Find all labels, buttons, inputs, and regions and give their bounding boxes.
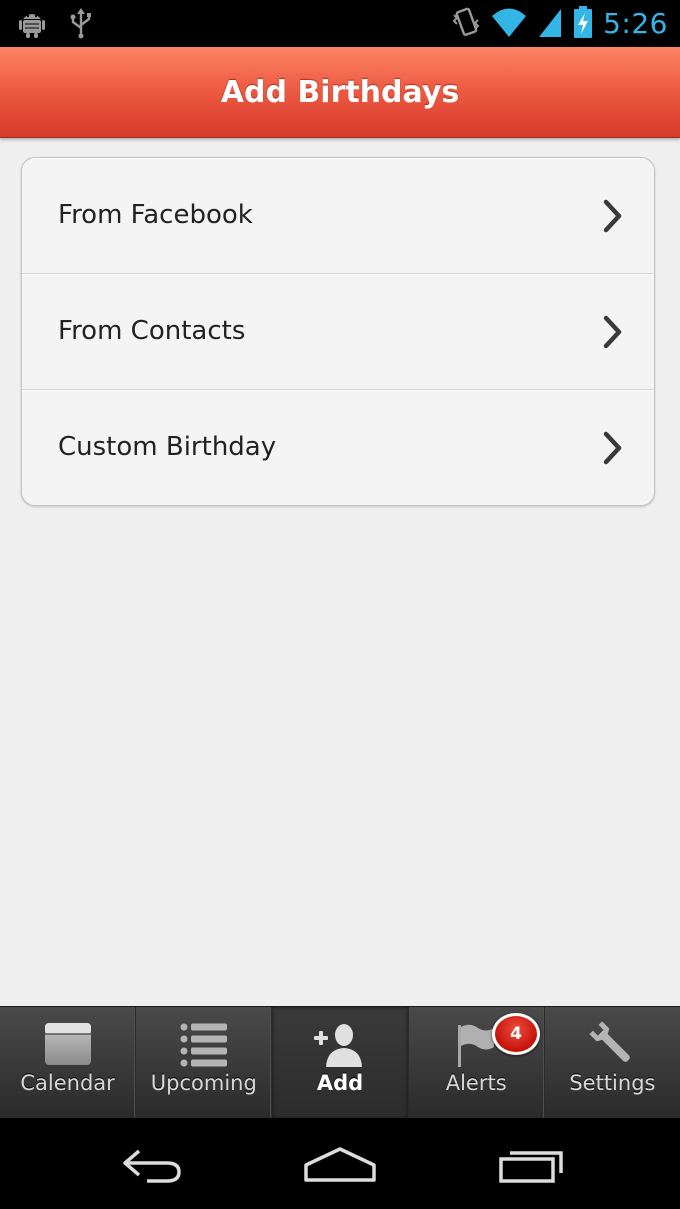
tab-add[interactable]: Add [272, 1007, 409, 1119]
home-icon [304, 1147, 376, 1182]
custom-birthday-item[interactable]: Custom Birthday [22, 390, 654, 505]
tab-label: Alerts [445, 1071, 507, 1095]
chevron-right-icon [603, 199, 622, 232]
from-facebook-item[interactable]: From Facebook [22, 158, 654, 274]
chevron-right-icon [603, 315, 622, 348]
usb-icon [68, 7, 94, 43]
signal-icon [537, 5, 563, 43]
calendar-icon [44, 1023, 91, 1065]
navigation-bar [0, 1118, 680, 1209]
recents-button[interactable] [490, 1143, 570, 1185]
menu-item-label: From Contacts [58, 315, 246, 346]
page-title: Add Birthdays [220, 75, 460, 110]
menu-item-label: Custom Birthday [58, 431, 277, 462]
chevron-right-icon [603, 431, 622, 464]
battery-charging-icon [573, 5, 593, 43]
tab-upcoming[interactable]: Upcoming [136, 1007, 273, 1119]
back-button[interactable] [111, 1143, 191, 1185]
add-person-icon [314, 1024, 362, 1067]
android-debug-icon [16, 7, 48, 43]
list-icon [180, 1023, 227, 1067]
tab-label: Calendar [20, 1071, 115, 1095]
wrench-icon [589, 1021, 631, 1062]
from-contacts-item[interactable]: From Contacts [22, 274, 654, 390]
vibrate-icon [451, 5, 481, 43]
tab-bar: Calendar Upcoming Add Alerts Settings [0, 1006, 680, 1119]
add-birthday-menu: From Facebook From Contacts Custom Birth… [21, 157, 655, 506]
clock: 5:26 [603, 7, 668, 40]
recents-icon [499, 1151, 563, 1183]
home-button[interactable] [300, 1143, 380, 1185]
wifi-icon [491, 5, 527, 43]
tab-settings[interactable]: Settings [545, 1007, 680, 1119]
tab-calendar[interactable]: Calendar [0, 1007, 137, 1119]
back-icon [123, 1149, 181, 1183]
status-bar: 5:26 [0, 0, 680, 47]
menu-item-label: From Facebook [58, 199, 253, 230]
tab-label: Add [316, 1071, 364, 1095]
tab-label: Settings [569, 1071, 656, 1095]
alerts-badge: 4 [492, 1013, 540, 1055]
title-bar: Add Birthdays [0, 47, 680, 138]
tab-label: Upcoming [150, 1071, 257, 1095]
